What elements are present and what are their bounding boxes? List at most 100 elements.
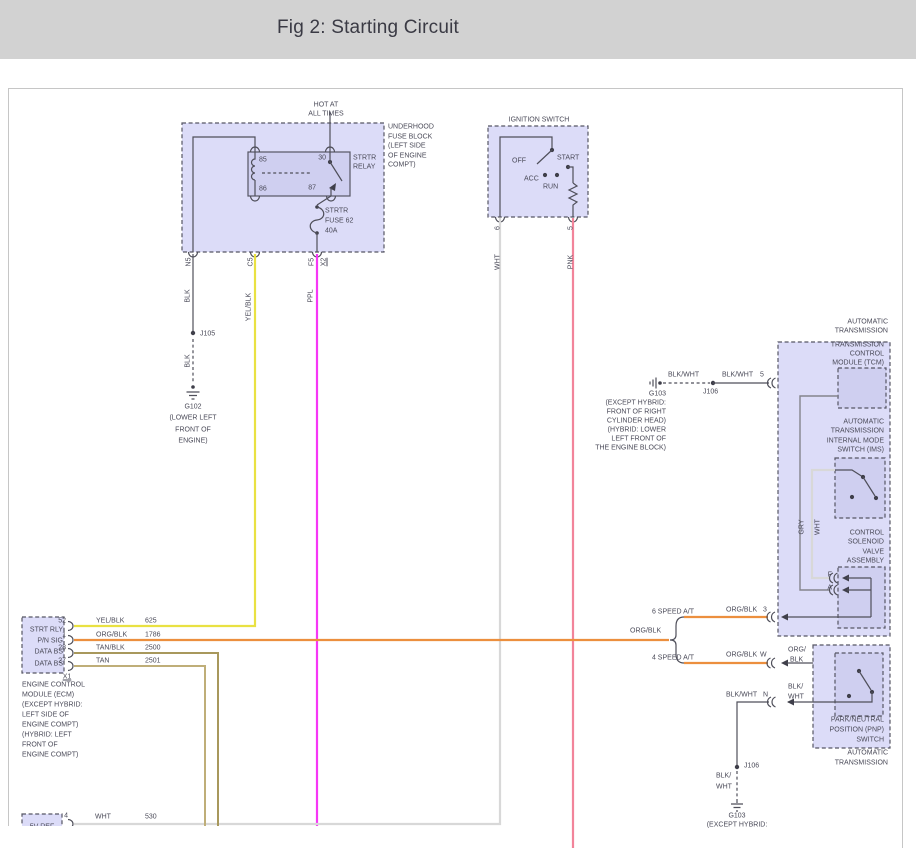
- ignition-acc-label: ACC: [524, 176, 539, 183]
- conn-x2: X2: [321, 258, 328, 267]
- ecm-pin: 1: [62, 632, 66, 639]
- g102-ground-branch: [187, 254, 200, 399]
- wht-wire: [74, 218, 500, 824]
- blk-wht-lower-label: WHT: [716, 784, 732, 791]
- ppl-wire-label: PPL: [308, 289, 315, 302]
- ecm-circuit-number: 625: [145, 618, 157, 625]
- pnp-blk-wht-label: BLK/: [788, 684, 803, 691]
- ignition-pin-6: 6: [495, 226, 502, 230]
- blk-wire-label: BLK: [185, 354, 192, 367]
- conn-n5: N5: [186, 258, 193, 267]
- fuse-block-label: COMPT): [388, 162, 416, 169]
- g103-upper-location: FRONT OF RIGHT: [607, 409, 666, 416]
- yel-blk-wire-label: YEL/BLK: [246, 293, 253, 321]
- ignition-switch-title: IGNITION SWITCH: [509, 117, 570, 124]
- blk-wire-label: BLK: [185, 289, 192, 302]
- four-speed-wire-label: ORG/BLK: [726, 652, 757, 659]
- solenoid-box: [838, 567, 885, 628]
- tcm-assembly: [778, 342, 890, 636]
- pnp-footer: AUTOMATIC: [847, 750, 888, 757]
- tcm-title: TRANSMISSION: [831, 342, 884, 349]
- j106-label: J106: [703, 389, 718, 396]
- j106-splice-dot: [735, 765, 739, 769]
- ecm-row-label: STRT RLY: [30, 627, 63, 634]
- ref-box-pin: 4: [64, 813, 68, 820]
- g102-location: FRONT OF: [175, 427, 211, 434]
- hot-at-label: HOT AT: [314, 102, 339, 109]
- ignition-run-label: RUN: [543, 184, 558, 191]
- ims-label: INTERNAL MODE: [827, 438, 884, 445]
- pnp-title: SWITCH: [856, 737, 884, 744]
- ecm-circuit-number: 2500: [145, 645, 161, 652]
- conn-c5: C5: [248, 258, 255, 267]
- ecm-description: FRONT OF: [22, 742, 58, 749]
- g103-lower-label: G103: [728, 813, 745, 820]
- ims-label: TRANSMISSION: [831, 428, 884, 435]
- g102-ground-icon: [187, 385, 200, 399]
- ecm-circuit-number: 2501: [145, 658, 161, 665]
- solenoid-label: CONTROL: [850, 530, 884, 537]
- pnk-wire-label: PNK: [568, 255, 575, 269]
- org-blk-branches: [74, 612, 859, 670]
- relay-pin-30: 30: [318, 155, 326, 162]
- ignition-off-label: OFF: [512, 158, 526, 165]
- ignition-switch: [488, 126, 588, 222]
- ref-box-wire: WHT: [95, 814, 111, 821]
- ecm-description: LEFT SIDE OF: [22, 712, 69, 719]
- four-speed-pin: W: [760, 652, 767, 659]
- ecm-pin: 28: [58, 645, 66, 652]
- ecm-wire-name: TAN: [96, 658, 109, 665]
- starter-relay-label: STRTR: [353, 155, 376, 162]
- yel-blk-wire: [74, 254, 255, 626]
- ecm-description: ENGINE COMPT): [22, 752, 78, 759]
- g103-upper-location: (EXCEPT HYBRID:: [605, 400, 666, 407]
- g102-location: (LOWER LEFT: [169, 415, 216, 422]
- fuse-block-label: UNDERHOOD: [388, 124, 434, 131]
- six-speed-label: 6 SPEED A/T: [652, 609, 694, 616]
- ecm-wire-name: TAN/BLK: [96, 645, 125, 652]
- ecm-pin: 52: [58, 618, 66, 625]
- pnp-footer: TRANSMISSION: [835, 760, 888, 767]
- tcm-title: CONTROL: [850, 351, 884, 358]
- pnp-title: PARK/NEUTRAL: [831, 717, 884, 724]
- j106-lower-label: J106: [744, 763, 759, 770]
- ecm-pin: 27: [58, 658, 66, 665]
- g103-upper-location: THE ENGINE BLOCK): [595, 445, 666, 452]
- pnp-org-blk-label: BLK: [790, 657, 803, 664]
- tcm-pin-5: 5: [760, 372, 764, 379]
- tan-wire: [74, 666, 205, 840]
- ecm-wire-name: ORG/BLK: [96, 632, 127, 639]
- relay-pin-86: 86: [259, 186, 267, 193]
- j105-label: J105: [200, 331, 215, 338]
- six-speed-wire-label: ORG/BLK: [726, 607, 757, 614]
- g103-upper-label: G103: [649, 391, 666, 398]
- ecm-description: (EXCEPT HYBRID:: [22, 702, 83, 709]
- starter-fuse-label: STRTR: [325, 208, 348, 215]
- solenoid-pin-a: A: [827, 585, 832, 592]
- g102-location: ENGINE): [178, 438, 207, 445]
- blk-wht-lower-label: BLK/: [716, 773, 731, 780]
- four-speed-label: 4 SPEED A/T: [652, 655, 694, 662]
- tan-blk-wire: [74, 653, 218, 840]
- ignition-conn-arc-icon: [496, 217, 578, 222]
- ignition-start-label: START: [557, 155, 579, 162]
- ecm-wire-name: YEL/BLK: [96, 618, 124, 625]
- tcm-title: MODULE (TCM): [832, 360, 884, 367]
- org-blk-trunk-label: ORG/BLK: [630, 628, 661, 635]
- relay-pin-87: 87: [308, 185, 316, 192]
- wht-wire-label: WHT: [495, 254, 502, 270]
- g103-upper-location: (HYBRID: LOWER: [608, 427, 666, 434]
- starter-fuse-label: 40A: [325, 228, 337, 235]
- solenoid-pin-f: F: [828, 572, 832, 579]
- solenoid-label: VALVE: [862, 549, 884, 556]
- pnp-pin-n: N: [763, 692, 768, 699]
- g103-upper-location: CYLINDER HEAD): [607, 418, 666, 425]
- ecm-row-label: P/N SIG: [37, 638, 63, 645]
- tcm-header: AUTOMATIC: [847, 319, 888, 326]
- blk-wht-wire-label: BLK/WHT: [668, 372, 699, 379]
- ecm-connector-x1: X1: [63, 674, 72, 681]
- hot-at-label: ALL TIMES: [308, 111, 343, 118]
- ims-label: SWITCH (IMS): [837, 447, 884, 454]
- gry-wire-label: GRY: [799, 519, 806, 534]
- pnp-blk-wht-label: WHT: [788, 694, 804, 701]
